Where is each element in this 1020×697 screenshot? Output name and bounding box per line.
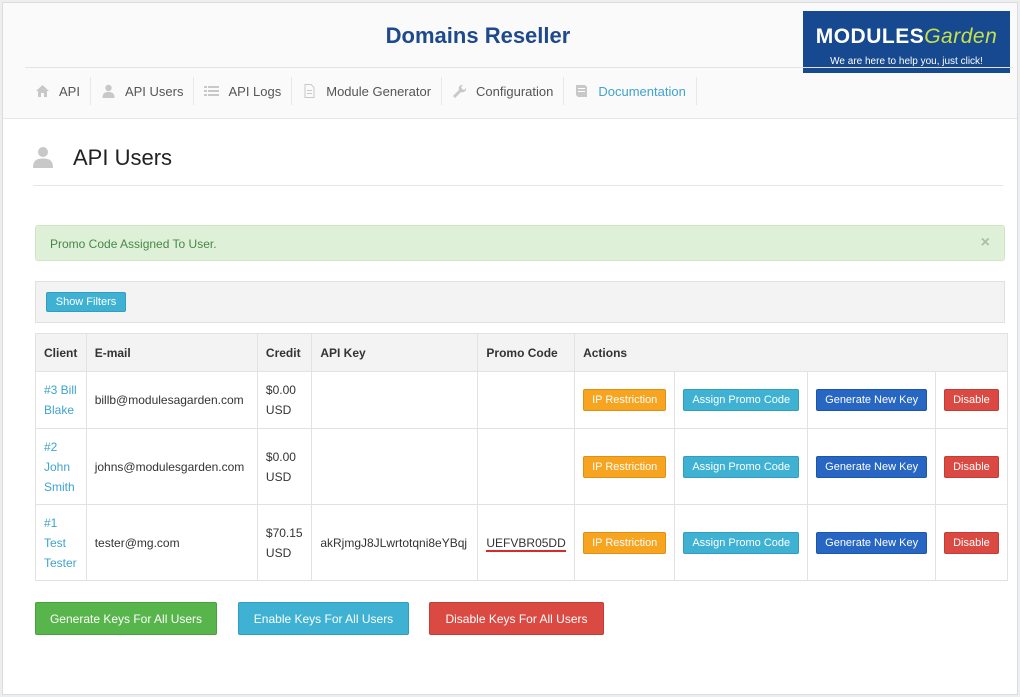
column-header[interactable]: E-mail: [85, 333, 258, 372]
email-cell: tester@mg.com: [85, 504, 258, 581]
alert-message: Promo Code Assigned To User.: [50, 237, 217, 251]
nav-label: Documentation: [598, 83, 686, 99]
table-row: #2 John Smith johns@modulesgarden.com $0…: [35, 428, 1008, 505]
table-row: #3 Bill Blake billb@modulesagarden.com $…: [35, 371, 1008, 429]
generate-keys-all-button[interactable]: Generate Keys For All Users: [35, 602, 217, 635]
column-header[interactable]: API Key: [311, 333, 479, 372]
api-key-cell: akRjmgJ8JLwrtotqni8eYBqj: [311, 504, 479, 581]
nav-label: Configuration: [476, 83, 554, 99]
ip-restriction-button[interactable]: IP Restriction: [583, 455, 667, 478]
page-title: API Users: [73, 145, 173, 170]
wrench-icon: [452, 84, 467, 98]
credit-cell: $0.00 USD: [256, 428, 313, 505]
generate-new-key-button[interactable]: Generate New Key: [816, 455, 928, 478]
header-divider: [25, 67, 1013, 68]
file-icon: [302, 84, 317, 98]
nav-item-module-generator[interactable]: Module Generator: [292, 77, 443, 105]
user-icon: [33, 146, 53, 171]
generate-new-key-button[interactable]: Generate New Key: [816, 389, 928, 411]
assign-promo-code-button[interactable]: Assign Promo Code: [683, 389, 800, 411]
show-filters-button[interactable]: Show Filters: [46, 292, 126, 312]
book-icon: [574, 84, 589, 98]
nav-label: Module Generator: [326, 83, 432, 99]
list-icon: [204, 84, 220, 98]
modulesgarden-logo[interactable]: MODULESGarden We are here to help you, j…: [803, 11, 1010, 73]
app-window: Domains Reseller MODULESGarden We are he…: [2, 2, 1018, 695]
column-header[interactable]: Promo Code: [477, 333, 576, 372]
ip-restriction-button[interactable]: IP Restriction: [583, 531, 667, 554]
credit-cell: $70.15 USD: [256, 504, 313, 581]
client-link[interactable]: #3 Bill Blake: [44, 383, 77, 417]
main-nav: API API Users API Logs Module Generator: [25, 77, 697, 105]
home-icon: [35, 84, 50, 98]
column-header[interactable]: Client: [35, 333, 87, 372]
assign-promo-code-button[interactable]: Assign Promo Code: [683, 455, 800, 478]
logo-tagline: We are here to help you, just click!: [830, 56, 983, 67]
nav-item-api-users[interactable]: API Users: [91, 77, 195, 105]
client-link[interactable]: #1 Test Tester: [44, 516, 77, 570]
nav-item-api[interactable]: API: [25, 77, 91, 105]
filter-bar: Show Filters: [35, 281, 1005, 323]
nav-item-api-logs[interactable]: API Logs: [194, 77, 293, 105]
logo-wordmark: MODULESGarden: [815, 25, 998, 48]
ip-restriction-button[interactable]: IP Restriction: [583, 389, 667, 411]
enable-keys-all-button[interactable]: Enable Keys For All Users: [238, 602, 409, 635]
client-link[interactable]: #2 John Smith: [44, 440, 75, 494]
disable-button[interactable]: Disable: [944, 531, 999, 554]
nav-label: API: [59, 83, 80, 99]
promo-code-cell: [477, 371, 576, 429]
nav-label: API Logs: [228, 83, 282, 99]
credit-cell: $0.00 USD: [256, 371, 313, 429]
email-cell: johns@modulesgarden.com: [85, 428, 258, 505]
disable-button[interactable]: Disable: [944, 455, 999, 478]
api-users-table: Client E-mail Credit API Key Promo Code …: [35, 333, 1008, 581]
promo-code-cell: [477, 428, 576, 505]
nav-item-configuration[interactable]: Configuration: [442, 77, 565, 105]
api-key-cell: [311, 428, 479, 505]
nav-label: API Users: [124, 83, 184, 99]
user-icon: [101, 84, 116, 98]
column-header[interactable]: Credit: [256, 333, 313, 372]
page-header: API Users: [33, 145, 172, 171]
generate-new-key-button[interactable]: Generate New Key: [816, 531, 928, 554]
table-header-row: Client E-mail Credit API Key Promo Code …: [35, 333, 1008, 372]
column-header: Actions: [574, 333, 1008, 372]
close-icon[interactable]: ×: [981, 234, 990, 252]
nav-item-documentation[interactable]: Documentation: [564, 77, 697, 105]
divider: [33, 185, 1003, 186]
disable-button[interactable]: Disable: [944, 389, 999, 411]
disable-keys-all-button[interactable]: Disable Keys For All Users: [429, 602, 604, 635]
header: Domains Reseller MODULESGarden We are he…: [3, 3, 1017, 119]
success-alert: Promo Code Assigned To User. ×: [35, 225, 1005, 261]
api-key-cell: [311, 371, 479, 429]
promo-code-value: UEFVBR05DD: [486, 535, 566, 552]
table-row: #1 Test Tester tester@mg.com $70.15 USD …: [35, 504, 1008, 581]
email-cell: billb@modulesagarden.com: [85, 371, 258, 429]
assign-promo-code-button[interactable]: Assign Promo Code: [683, 531, 800, 554]
